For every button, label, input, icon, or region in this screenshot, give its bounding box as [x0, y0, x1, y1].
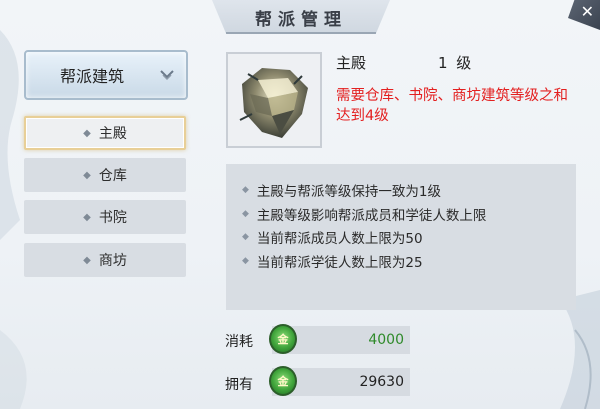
- diamond-bullet-icon: ◆: [242, 232, 249, 242]
- gold-coin-icon: 金: [269, 366, 297, 396]
- building-name: 主殿: [336, 54, 367, 72]
- gold-coin-icon: 金: [269, 324, 297, 354]
- sidebar-item-warehouse[interactable]: ◆ 仓库: [24, 158, 186, 192]
- info-text: 当前帮派学徒人数上限为25: [256, 255, 423, 271]
- chevron-down-icon: [158, 66, 176, 84]
- diamond-bullet-icon: ◆: [242, 185, 249, 195]
- info-text: 当前帮派成员人数上限为50: [256, 231, 423, 247]
- sidebar-item-market[interactable]: ◆ 商坊: [24, 243, 186, 277]
- diamond-bullet-icon: ◆: [242, 256, 249, 266]
- owned-box: 金 29630: [269, 366, 410, 396]
- info-line: ◆ 主殿与帮派等级保持一致为1级: [242, 180, 441, 200]
- info-line: ◆ 主殿等级影响帮派成员和学徒人数上限: [242, 204, 486, 224]
- diamond-icon: ◆: [83, 169, 91, 181]
- sidebar-item-main-hall[interactable]: ◆ 主殿: [24, 116, 186, 150]
- diamond-icon: ◆: [83, 211, 91, 223]
- sidebar-item-label: 书院: [98, 210, 127, 226]
- info-text: 主殿等级影响帮派成员和学徒人数上限: [256, 208, 487, 224]
- diamond-bullet-icon: ◆: [242, 209, 249, 219]
- title-banner: 帮派管理: [212, 0, 390, 34]
- cost-value: 4000: [368, 332, 404, 348]
- owned-label: 拥有: [225, 377, 253, 393]
- category-label: 帮派建筑: [60, 67, 125, 86]
- close-icon: ✕: [580, 2, 594, 21]
- main-hall-icon: [239, 68, 308, 138]
- page-title: 帮派管理: [255, 9, 347, 30]
- diamond-icon: ◆: [83, 254, 91, 266]
- sidebar-item-label: 商坊: [98, 253, 127, 269]
- building-category-dropdown[interactable]: 帮派建筑: [24, 50, 188, 100]
- building-image-frame: [226, 52, 322, 148]
- building-info-panel: ◆ 主殿与帮派等级保持一致为1级 ◆ 主殿等级影响帮派成员和学徒人数上限 ◆ 当…: [226, 164, 576, 310]
- info-line: ◆ 当前帮派学徒人数上限为25: [242, 251, 423, 271]
- building-level: 1 级: [438, 54, 474, 72]
- sidebar-item-label: 主殿: [98, 126, 127, 142]
- owned-value: 29630: [359, 374, 404, 390]
- info-line: ◆ 当前帮派成员人数上限为50: [242, 227, 423, 247]
- close-button[interactable]: ✕: [568, 0, 600, 30]
- sidebar-item-label: 仓库: [98, 168, 127, 184]
- cost-box: 金 4000: [269, 324, 410, 354]
- upgrade-requirement: 需要仓库、书院、商坊建筑等级之和达到4级: [336, 88, 568, 124]
- diamond-icon: ◆: [83, 127, 91, 139]
- cost-label: 消耗: [225, 334, 253, 350]
- sidebar-item-academy[interactable]: ◆ 书院: [24, 200, 186, 234]
- info-text: 主殿与帮派等级保持一致为1级: [256, 184, 442, 200]
